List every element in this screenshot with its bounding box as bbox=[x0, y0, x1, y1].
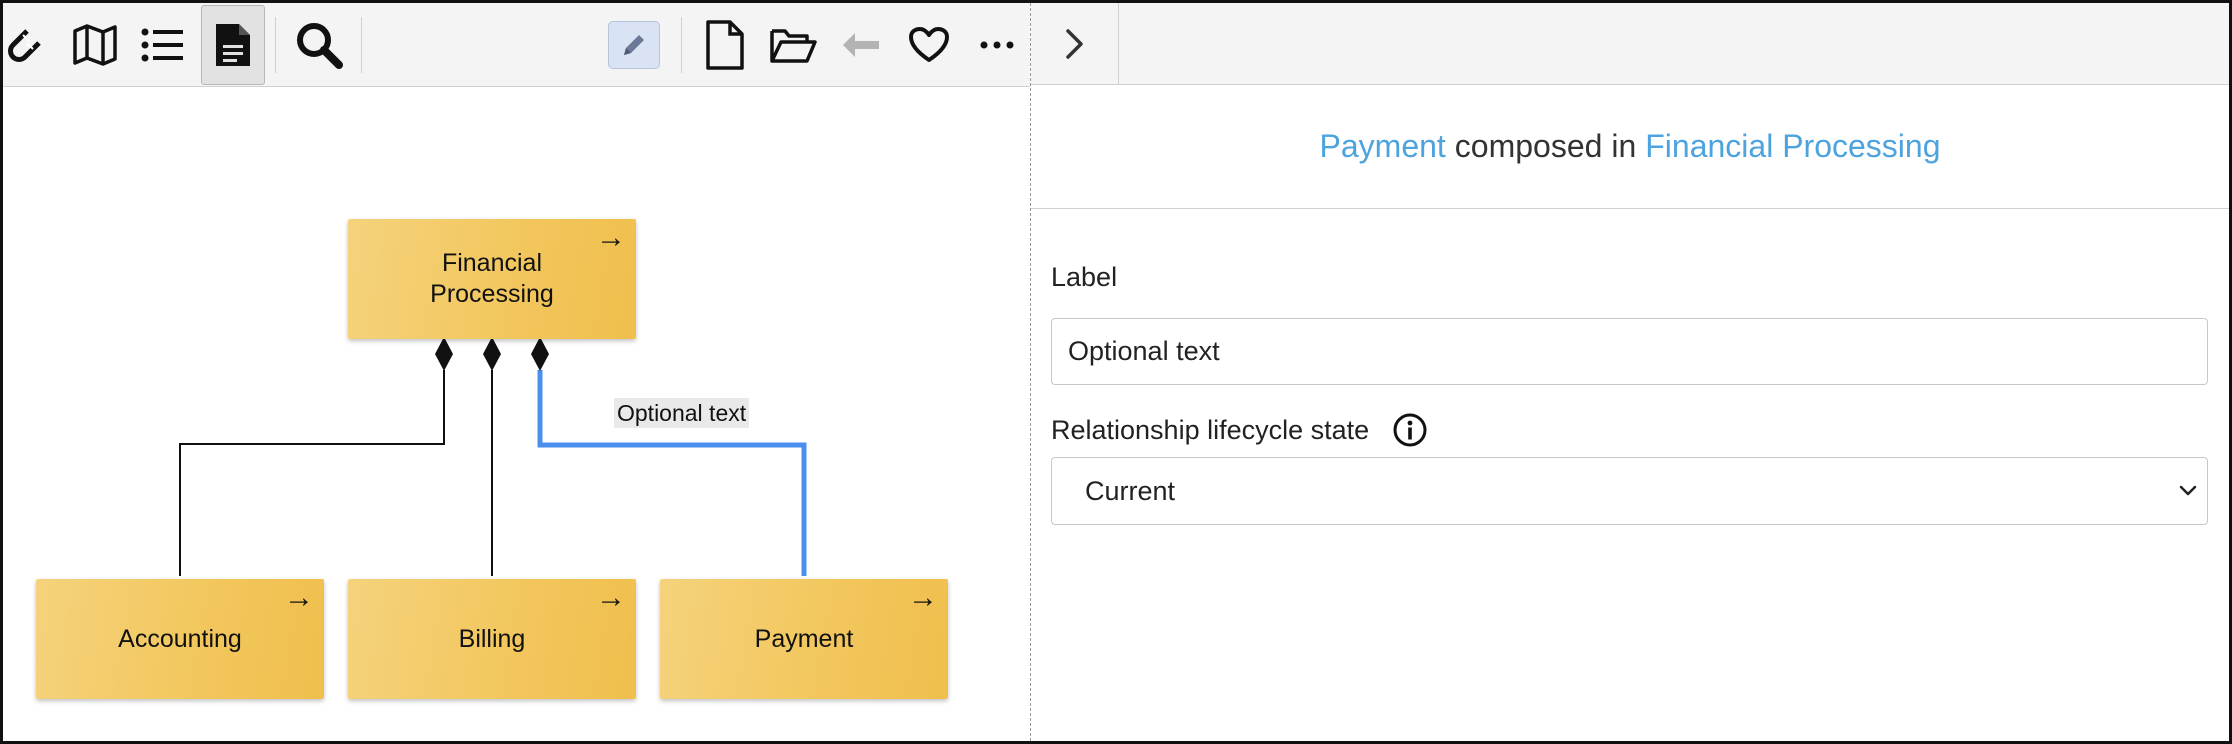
label-input[interactable] bbox=[1051, 318, 2208, 385]
open-folder-icon[interactable] bbox=[761, 5, 825, 85]
lifecycle-selected-value: Current bbox=[1085, 475, 1176, 506]
navigate-arrow-icon[interactable]: → bbox=[284, 583, 314, 613]
node-payment[interactable]: → Payment bbox=[660, 579, 948, 699]
details-panel: Payment composed in Financial Processing… bbox=[1031, 3, 2229, 741]
target-element-link[interactable]: Financial Processing bbox=[1645, 128, 1940, 165]
toolbar-separator bbox=[681, 17, 682, 73]
navigate-arrow-icon[interactable]: → bbox=[596, 583, 626, 613]
relationship-type-text: composed in bbox=[1454, 128, 1637, 164]
edge-label[interactable]: Optional text bbox=[614, 398, 750, 428]
node-label: Billing bbox=[458, 624, 526, 653]
collapse-panel-button[interactable] bbox=[1031, 3, 1119, 85]
node-accounting[interactable]: → Accounting bbox=[36, 579, 324, 699]
node-billing[interactable]: → Billing bbox=[348, 579, 636, 699]
lifecycle-field-label: Relationship lifecycle state bbox=[1051, 415, 1370, 445]
map-icon[interactable] bbox=[63, 5, 127, 85]
composition-diamond-icon bbox=[483, 337, 501, 371]
info-icon[interactable] bbox=[1392, 412, 1428, 448]
pencil-icon bbox=[608, 21, 660, 69]
diagram-pane: Optional text → Financial Processing → Ac… bbox=[3, 3, 1030, 741]
lifecycle-select[interactable]: Current bbox=[1051, 457, 2208, 525]
label-field-label: Label bbox=[1051, 262, 1118, 292]
node-label: Payment bbox=[754, 624, 854, 653]
new-file-icon[interactable] bbox=[693, 5, 757, 85]
panel-toolbar bbox=[1031, 3, 2229, 85]
list-icon[interactable] bbox=[131, 5, 195, 85]
node-financial-processing[interactable]: → Financial Processing bbox=[348, 219, 636, 339]
edge-accounting bbox=[179, 370, 445, 576]
node-label: Financial Processing bbox=[430, 249, 554, 308]
magnet-icon[interactable] bbox=[0, 5, 53, 85]
toolbar-separator bbox=[361, 17, 362, 73]
composition-diamond-icon bbox=[531, 337, 549, 371]
source-element-link[interactable]: Payment bbox=[1320, 128, 1446, 165]
navigate-arrow-icon[interactable]: → bbox=[908, 583, 938, 613]
navigate-arrow-icon[interactable]: → bbox=[596, 223, 626, 253]
chevron-down-icon bbox=[2179, 485, 2197, 496]
diagram-canvas[interactable]: Optional text → Financial Processing → Ac… bbox=[3, 88, 1030, 741]
composition-diamond-icon bbox=[435, 337, 453, 371]
more-icon[interactable] bbox=[965, 5, 1029, 85]
document-icon[interactable] bbox=[201, 5, 265, 85]
heart-icon[interactable] bbox=[897, 5, 961, 85]
search-icon[interactable] bbox=[287, 5, 351, 85]
undo-icon[interactable] bbox=[829, 5, 893, 85]
edit-mode-button[interactable] bbox=[602, 5, 666, 85]
node-label: Accounting bbox=[118, 624, 242, 653]
chevron-right-icon bbox=[1065, 29, 1083, 59]
relationship-heading: Payment composed in Financial Processing bbox=[1031, 85, 2229, 209]
diagram-toolbar bbox=[3, 3, 1030, 87]
toolbar-separator bbox=[275, 17, 276, 73]
